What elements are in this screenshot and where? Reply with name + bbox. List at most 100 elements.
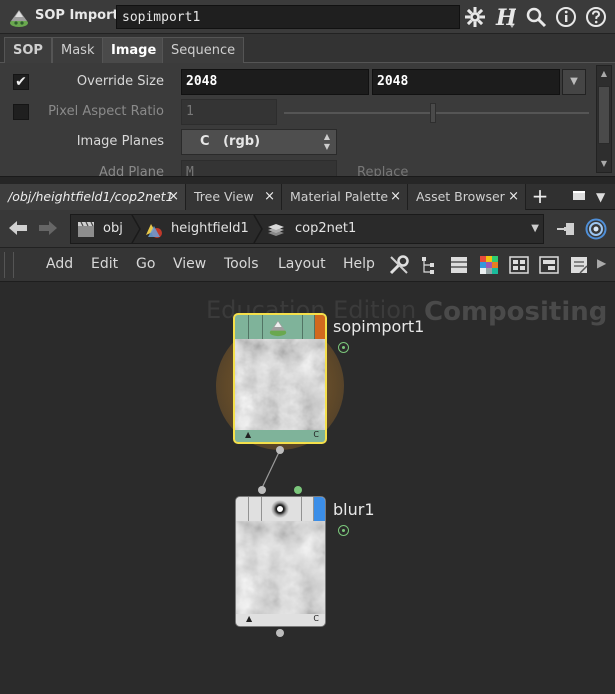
houdini-help-icon[interactable]: H xyxy=(493,5,517,29)
tab-network-editor-label: /obj/heightfield1/cop2net1 xyxy=(8,189,174,204)
tab-image[interactable]: Image xyxy=(102,37,166,63)
menu-add[interactable]: Add xyxy=(46,256,73,272)
breadcrumb-cop2net1[interactable]: cop2net1 xyxy=(295,215,356,243)
image-planes-value: C (rgb) xyxy=(200,134,261,149)
node-thumbnail-image xyxy=(236,521,325,616)
node-status-indicator xyxy=(338,525,349,536)
forward-arrow-icon[interactable] xyxy=(36,218,60,240)
mask-input-connector[interactable] xyxy=(294,486,302,494)
toolbar-grip[interactable] xyxy=(4,252,14,278)
override-size-menu-button[interactable]: ▼ xyxy=(562,69,586,95)
close-icon[interactable]: × xyxy=(264,184,275,209)
parameter-panel: ✔ Override Size 2048 2048 ▼ Pixel Aspect… xyxy=(0,63,615,176)
menu-edit[interactable]: Edit xyxy=(91,256,118,272)
info-icon[interactable] xyxy=(554,5,578,29)
node-type-label: SOP Import xyxy=(35,8,119,23)
network-image-icon[interactable] xyxy=(538,254,560,276)
menu-help[interactable]: Help xyxy=(343,256,375,272)
updown-arrow-icon: ▲ ▼ xyxy=(323,132,330,151)
tab-tree-view-label: Tree View xyxy=(194,189,254,204)
add-tab-plus-icon[interactable]: + xyxy=(526,184,554,210)
node-blur1[interactable]: ▲ C xyxy=(235,496,326,627)
wrench-tools-icon[interactable] xyxy=(388,254,410,276)
pane-tab-bar: /obj/heightfield1/cop2net1 × Tree View ×… xyxy=(0,184,615,210)
back-arrow-icon[interactable] xyxy=(6,218,30,240)
menu-tools[interactable]: Tools xyxy=(224,256,259,272)
display-flag[interactable] xyxy=(314,497,325,521)
output-connector[interactable] xyxy=(276,446,284,454)
pixel-aspect-slider-handle[interactable] xyxy=(430,103,436,123)
node-header[interactable] xyxy=(235,315,325,339)
grid-view-icon[interactable] xyxy=(508,254,530,276)
scrollbar-thumb[interactable] xyxy=(598,86,610,144)
add-plane-menu[interactable]: M xyxy=(181,160,337,176)
override-size-x-field[interactable]: 2048 xyxy=(181,69,369,95)
pane-menu-arrow-icon[interactable]: ▼ xyxy=(596,184,605,210)
search-icon[interactable] xyxy=(524,5,548,29)
menu-go[interactable]: Go xyxy=(136,256,155,272)
close-icon[interactable]: × xyxy=(390,184,401,209)
node-sopimport1[interactable]: ▲ C xyxy=(233,313,327,444)
close-icon[interactable]: × xyxy=(508,184,519,209)
node-label-blur1[interactable]: blur1 xyxy=(333,500,375,519)
tab-sequence[interactable]: Sequence xyxy=(162,37,245,63)
path-bar: obj heightfield1 cop2net1 ▼ xyxy=(0,210,615,248)
node-label-sopimport1[interactable]: sopimport1 xyxy=(333,317,424,336)
scroll-down-icon[interactable]: ▼ xyxy=(597,156,611,172)
breadcrumb-heightfield1[interactable]: heightfield1 xyxy=(171,215,249,243)
scroll-up-icon[interactable]: ▲ xyxy=(597,66,611,82)
path-dropdown-arrow-icon[interactable]: ▼ xyxy=(531,223,539,234)
pin-icon[interactable] xyxy=(556,220,578,238)
tab-tree-view[interactable]: Tree View × xyxy=(186,184,282,210)
cop-network-icon xyxy=(268,224,284,236)
network-editor-canvas[interactable]: Education Edition Compositing ▲ C sopimp… xyxy=(0,282,615,694)
tab-material-palette[interactable]: Material Palette × xyxy=(282,184,408,210)
menu-view[interactable]: View xyxy=(173,256,206,272)
parameter-scrollbar[interactable]: ▲ ▼ xyxy=(596,65,612,173)
help-question-icon[interactable] xyxy=(584,5,608,29)
image-planes-row: Image Planes C (rgb) ▲ ▼ xyxy=(0,128,594,156)
pixel-aspect-checkbox[interactable] xyxy=(13,104,29,120)
network-menu-bar: Add Edit Go View Tools Layout Help ▶ xyxy=(0,248,615,282)
sop-import-node-icon xyxy=(10,10,28,27)
gear-icon[interactable] xyxy=(463,5,487,29)
link-target-icon[interactable] xyxy=(585,218,607,240)
blur-node-icon xyxy=(271,500,289,518)
tab-material-palette-label: Material Palette xyxy=(290,189,389,204)
color-palette-icon[interactable] xyxy=(478,254,500,276)
node-footer: ▲ C xyxy=(235,430,325,442)
tree-layout-icon[interactable] xyxy=(418,254,440,276)
tab-mask[interactable]: Mask xyxy=(52,37,104,63)
tab-asset-browser[interactable]: Asset Browser × xyxy=(408,184,526,210)
node-name-field[interactable] xyxy=(116,5,460,29)
list-view-icon[interactable] xyxy=(448,254,470,276)
image-planes-label: Image Planes xyxy=(76,134,164,149)
pane-divider[interactable] xyxy=(0,176,615,184)
override-size-y-field[interactable]: 2048 xyxy=(372,69,560,95)
node-footer: ▲ C xyxy=(236,614,325,626)
output-connector[interactable] xyxy=(276,629,284,637)
menu-layout[interactable]: Layout xyxy=(278,256,326,272)
parameter-header: SOP Import H xyxy=(0,0,615,34)
input-connector[interactable] xyxy=(258,486,266,494)
path-breadcrumb: obj heightfield1 cop2net1 ▼ xyxy=(70,214,544,244)
pixel-aspect-slider-track[interactable] xyxy=(284,112,589,114)
breadcrumb-separator-icon xyxy=(253,215,263,243)
breadcrumb-obj[interactable]: obj xyxy=(103,215,123,243)
override-size-row: ✔ Override Size 2048 2048 ▼ xyxy=(0,68,594,96)
override-size-checkbox[interactable]: ✔ xyxy=(13,74,29,90)
close-icon[interactable]: × xyxy=(168,184,179,209)
node-header[interactable] xyxy=(236,497,325,521)
pixel-aspect-field[interactable]: 1 xyxy=(181,99,277,125)
image-planes-menu[interactable]: C (rgb) ▲ ▼ xyxy=(181,129,337,155)
display-flag[interactable] xyxy=(315,315,325,339)
tab-network-editor[interactable]: /obj/heightfield1/cop2net1 × xyxy=(0,184,186,210)
add-plane-row: Add Plane M Replace xyxy=(0,159,594,176)
node-status-indicator xyxy=(338,342,349,353)
tab-sop[interactable]: SOP xyxy=(4,37,52,63)
sticky-note-icon[interactable] xyxy=(568,254,590,276)
parameter-tabs: SOP Mask Image Sequence xyxy=(0,34,615,63)
toolbar-overflow-arrow-icon[interactable]: ▶ xyxy=(597,256,606,270)
maximize-pane-icon[interactable] xyxy=(572,184,586,210)
node-thumbnail-image xyxy=(235,339,325,432)
